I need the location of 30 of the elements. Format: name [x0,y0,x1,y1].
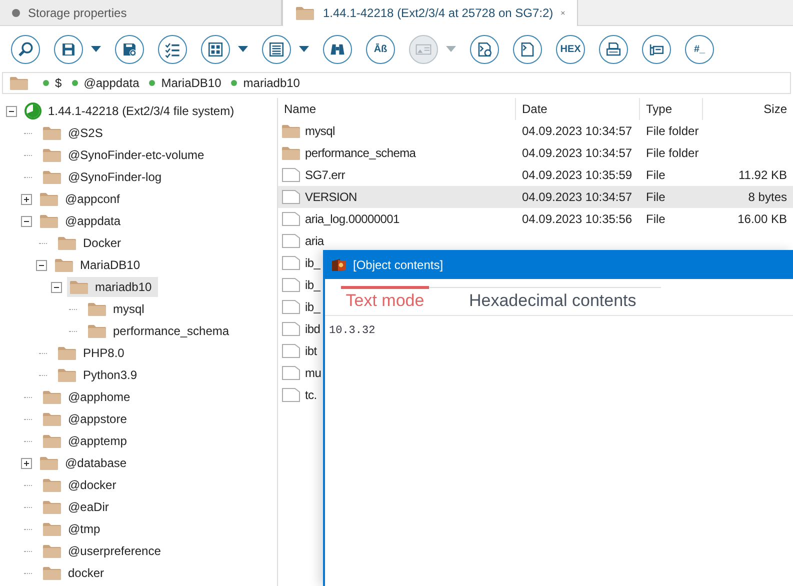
file-name: tc. [305,388,317,402]
file-name: mysql [305,124,335,138]
tab-label: Storage properties [28,6,127,20]
file-date: 04.09.2023 10:34:57 [521,146,634,160]
file-name: ib_ [305,278,320,292]
file-name: SG7.err [305,168,345,182]
file-size: 8 bytes [747,190,787,204]
file-name: ibd [305,322,320,336]
file-name: mu [305,366,322,380]
text-content: 10.3.32 [329,325,376,337]
file-date: 04.09.2023 10:34:57 [521,124,634,138]
file-name: performance_schema [305,146,416,160]
file-date: 04.09.2023 10:34:57 [521,190,634,204]
file-size: 16.00 KB [736,212,787,226]
file-type: File [645,212,666,226]
dialog-title: [Object contents] [353,258,444,272]
file-name: ib_ [305,256,320,270]
file-name: ib_ [305,300,320,314]
file-date: 04.09.2023 10:35:56 [521,212,634,226]
file-name: aria [305,234,324,248]
file-type: File folder [645,146,700,160]
file-name: ibt [305,344,317,358]
file-type: File folder [645,124,700,138]
file-size: 11.92 KB [738,168,787,182]
file-type: File [645,168,666,182]
file-name: VERSION [305,190,357,204]
file-date: 04.09.2023 10:35:59 [521,168,634,182]
file-type: File [645,190,666,204]
file-name: aria_log.00000001 [305,212,400,226]
tab-label: 1.44.1-42218 (Ext2/3/4 at 25728 on SG7:2) [323,6,554,20]
